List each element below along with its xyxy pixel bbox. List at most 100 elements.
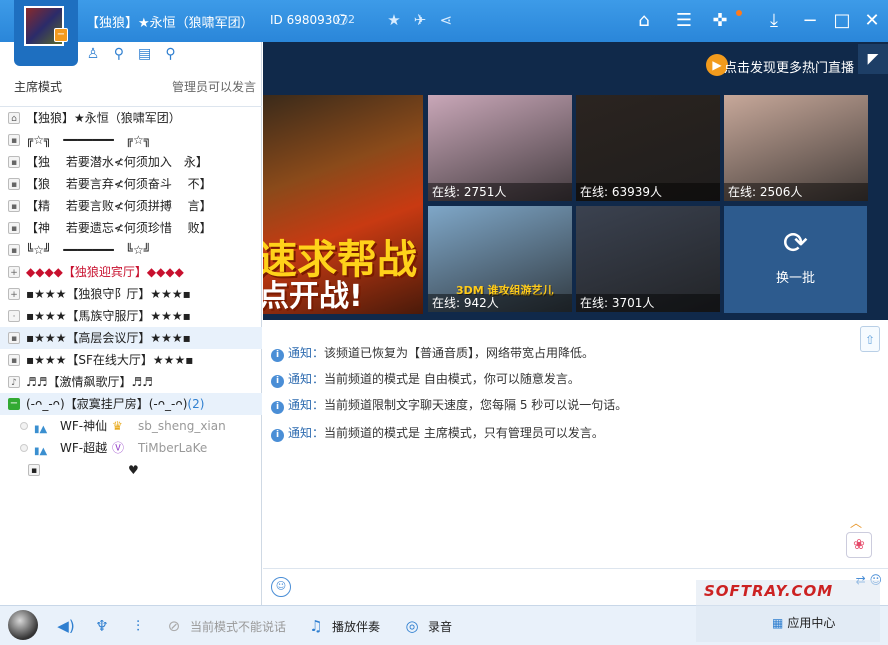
collapse-corner-icon[interactable]: ◤ (858, 44, 888, 74)
thumb-online-count: 在线: 63939人 (576, 183, 720, 201)
equalizer-button[interactable]: ⫶ (128, 616, 154, 636)
channel-row-label: ♬♬【激情飙歌厅】♬♬ (26, 375, 154, 389)
channel-row[interactable]: + ▪★★★【独狼守阝厅】★★★▪ (0, 283, 262, 305)
notice-text: 当前频道的模式是 自由模式，你可以随意发言。 (324, 372, 580, 386)
user-row[interactable]: ▮▲ WF-超越 Ⓥ TiMberLaKe (0, 437, 262, 459)
channel-row-label: 【独狼】★永恒（狼啸军团） (26, 111, 181, 125)
share-icon[interactable]: ⋖ (436, 10, 456, 30)
notice-line: i 通知：当前频道限制文字聊天速度，您每隔 5 秒可以说一句话。 (271, 396, 627, 414)
app-center-label: 应用中心 (787, 616, 836, 630)
lock-icon: ▪ (8, 222, 20, 234)
play-accompaniment-label: 播放伴奏 (332, 620, 381, 634)
microphone-icon: ♆ (95, 617, 109, 635)
plane-icon[interactable]: ✈ (410, 10, 430, 30)
title-bar: 【独狼】★永恒（狼啸军团） ID 69809307 ⚇ 2 ★ ✈ ⋖ ⌂ ☰ … (0, 0, 888, 42)
user-row[interactable]: ▪ ♥ (0, 459, 262, 481)
lock-icon: ▪ (8, 332, 20, 344)
play-accompaniment-button[interactable]: ♫ 播放伴奏 (306, 616, 380, 636)
flower-icon[interactable]: ❀ (846, 532, 872, 558)
channel-row-label: ╔☆╗ ━━━━━━━ ╔☆╗ (26, 133, 151, 147)
collapse-icon[interactable]: − (8, 398, 20, 410)
record-icon: ◎ (405, 617, 419, 635)
channel-row[interactable]: ▪ ▪★★★【SF在线大厅】★★★▪ (0, 349, 262, 371)
user-note: sb_sheng_xian (138, 419, 226, 433)
record-label: 录音 (428, 620, 453, 634)
microphone-button[interactable]: ♆ (92, 616, 118, 636)
channel-row[interactable]: ▪ 【狼 若要言弃≮何须奋斗 不】 (0, 173, 262, 195)
live-discover-link[interactable]: 点击发现更多热门直播 (724, 57, 854, 76)
refresh-batch-button[interactable]: ⟳ 换一批 (724, 206, 867, 313)
channel-row[interactable]: ⌂ 【独狼】★永恒（狼啸军团） (0, 107, 262, 129)
channel-row[interactable]: + ◆◆◆◆【独狼迎宾厅】◆◆◆◆ (0, 261, 262, 283)
channel-row-label: ◆◆◆◆【独狼迎宾厅】◆◆◆◆ (26, 265, 184, 279)
live-recommendation-area: ▶ 点击发现更多热门直播 ◤ 速求帮战 点开战! 在线: 2751人 在线: 6… (263, 42, 888, 320)
search-icon[interactable]: ⚲ (159, 46, 181, 66)
channel-row[interactable]: ♪ ♬♬【激情飙歌厅】♬♬ (0, 371, 262, 393)
music-note-icon: ♫ (309, 617, 323, 635)
chevron-up-icon[interactable]: ︿ (850, 514, 862, 531)
app-center-button[interactable]: ▦ 应用中心 (772, 614, 835, 631)
my-avatar[interactable] (8, 610, 38, 640)
channel-avatar-box[interactable]: − (14, 0, 78, 66)
channel-row[interactable]: ▪ 【精 若要言败≮何须拼搏 言】 (0, 195, 262, 217)
home-icon[interactable]: ⌂ (630, 8, 658, 34)
notice-text: 该频道已恢复为【普通音质】，网络带宽占用降低。 (324, 346, 595, 360)
lock-icon: ▪ (8, 200, 20, 212)
record-button[interactable]: ◎ 录音 (402, 616, 452, 636)
notification-dot (736, 10, 742, 16)
refresh-icon: ⟳ (782, 226, 809, 261)
channel-row-label: ▪★★★【独狼守阝厅】★★★▪ (26, 287, 191, 301)
user-row[interactable]: ▮▲ WF-神仙 ♛ sb_sheng_xian (0, 415, 262, 437)
notice-line: i 通知：该频道已恢复为【普通音质】，网络带宽占用降低。 (271, 344, 594, 362)
star-icon[interactable]: ★ (384, 10, 404, 30)
crown-icon: ♛ (112, 419, 123, 433)
download-icon[interactable]: ⤓ (760, 8, 788, 34)
live-thumb-4[interactable]: 3DM 谁攻组游艺儿 在线: 942人 (428, 206, 572, 312)
channel-row-expanded[interactable]: − (-ᴖ_-ᴖ)【寂寞挂尸房】(-ᴖ_-ᴖ)(2) (0, 393, 262, 415)
gamepad-icon[interactable]: ✜ (706, 8, 734, 34)
mode-label[interactable]: 主席模式 (14, 78, 62, 95)
game-banner[interactable]: 速求帮战 点开战! (263, 95, 423, 314)
location-icon[interactable]: ⚲ (108, 46, 130, 66)
channel-row-label: ╚☆╝ ━━━━━━━ ╚☆╝ (26, 243, 151, 257)
channel-title: 【独狼】★永恒（狼啸军团） (86, 16, 254, 31)
channel-row[interactable]: ▪ 【独 若要潜水≮何须加入 永】 (0, 151, 262, 173)
thumb-online-count: 在线: 2506人 (724, 183, 868, 201)
member-count: (2) (187, 397, 205, 411)
equalizer-icon: ⫶ (136, 617, 140, 635)
thumb-online-count: 在线: 3701人 (576, 294, 720, 312)
live-thumb-5[interactable]: 在线: 3701人 (576, 206, 720, 312)
channel-row[interactable]: ▪ ╔☆╗ ━━━━━━━ ╔☆╗ (0, 129, 262, 151)
info-icon: i (271, 401, 284, 414)
user-icon[interactable]: ♙ (82, 46, 104, 66)
channel-row-label: ▪★★★【SF在线大厅】★★★▪ (26, 353, 194, 367)
channel-row-label: ▪★★★【高层会议厅】★★★▪ (26, 331, 191, 345)
channel-row[interactable]: ▪ ▪★★★【高层会议厅】★★★▪ (0, 327, 262, 349)
channel-row-label: 【精 若要言败≮何须拼搏 言】 (26, 199, 212, 213)
plus-icon: + (8, 266, 20, 278)
list-icon[interactable]: ☰ (670, 8, 698, 34)
minimize-icon[interactable]: − (796, 8, 824, 34)
maximize-icon[interactable]: □ (828, 8, 856, 34)
notes-icon[interactable]: ▤ (134, 46, 156, 66)
user-name: WF-超越 (60, 441, 108, 455)
channel-row[interactable]: ▪ 【神 若要遗忘≮何须珍惜 败】 (0, 217, 262, 239)
emoji-icon[interactable]: ☺ (271, 577, 291, 597)
channel-row[interactable]: · ▪★★★【馬族守服厅】★★★▪ (0, 305, 262, 327)
lock-icon: ▪ (8, 134, 20, 146)
status-dot (20, 422, 28, 430)
live-thumb-1[interactable]: 在线: 2751人 (428, 95, 572, 201)
user-note: TiMberLaKe (138, 441, 208, 455)
live-thumb-3[interactable]: 在线: 2506人 (724, 95, 868, 201)
channel-row[interactable]: ▪ ╚☆╝ ━━━━━━━ ╚☆╝ (0, 239, 262, 261)
notice-label: 通知： (288, 398, 325, 412)
close-icon[interactable]: ✕ (858, 8, 886, 34)
channel-panel: ♙ ⚲ ▤ ⚲ 主席模式 管理员可以发言 ⌂ 【独狼】★永恒（狼啸军团） ▪ ╔☆╗ … (0, 42, 262, 605)
speaker-button[interactable]: ◀) (56, 616, 82, 636)
speaker-icon: ◀) (57, 617, 75, 635)
lock-icon: ▪ (8, 178, 20, 190)
live-thumb-2[interactable]: 在线: 63939人 (576, 95, 720, 201)
scroll-top-button[interactable]: ⇧ (860, 326, 880, 352)
notice-line: i 通知：当前频道的模式是 自由模式，你可以随意发言。 (271, 370, 580, 388)
watermark-logo: SOFTRAY.COM (696, 580, 880, 642)
